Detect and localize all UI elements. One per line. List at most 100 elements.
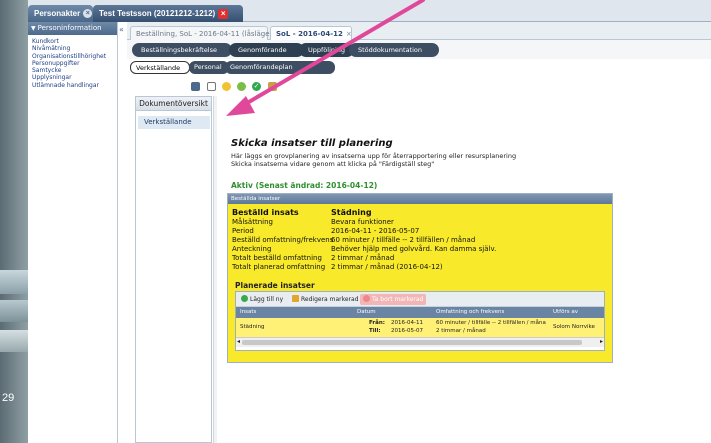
kv-row: Målsättning Bevara funktioner	[232, 218, 394, 226]
kv-value: Städning	[331, 208, 372, 217]
thumbnail-image	[0, 330, 28, 352]
cell-from: 2016-04-11	[391, 320, 423, 326]
sidebar-item-utlamnade[interactable]: Utlämnade handlingar	[28, 82, 117, 89]
kv-value: Bevara funktioner	[331, 218, 394, 226]
close-icon[interactable]: ×	[218, 9, 229, 19]
subtab-genomforandeplan[interactable]: Genomförandeplan	[225, 61, 335, 74]
thumbnail-image	[0, 270, 28, 294]
sidebar-item-upplysningar[interactable]: Upplysningar	[28, 74, 117, 81]
button-label: Redigera markerad	[301, 296, 359, 303]
scrollbar-thumb[interactable]	[242, 340, 582, 345]
tab-label: Test Testsson (20121212-1212)	[99, 9, 216, 18]
document-tab-bar: Beställning, SoL - 2016-04-11 (låsläge)×…	[127, 22, 711, 40]
tab-sol[interactable]: SoL - 2016-04-12 ×	[270, 26, 352, 40]
close-icon[interactable]: ×	[83, 9, 93, 18]
kv-value: 2 timmar / månad	[331, 254, 395, 262]
kv-row: Anteckning Behöver hjälp med golvvård. K…	[232, 245, 496, 253]
planned-services-grid: Lägg till ny Redigera markerad Ta bort m…	[235, 291, 605, 351]
document-overview-panel: Dokumentöversikt Verkställande	[135, 96, 212, 443]
subtab-verkstallande[interactable]: Verkställande	[130, 61, 190, 74]
action-toolbar: ✓	[127, 77, 711, 94]
grid-header-row: Insats Datum Omfattning och frekvens Utf…	[236, 307, 604, 318]
pencil-icon	[292, 295, 299, 302]
workflow-step-bestallningsbekraftelse[interactable]: Beställningsbekräftelse	[132, 43, 232, 57]
button-label: Lägg till ny	[250, 296, 284, 303]
table-row[interactable]: Städning Från: 2016-04-11 Till: 2016-05-…	[236, 318, 604, 338]
thumbnail-image	[0, 300, 28, 322]
workflow-step-stoddokumentation[interactable]: Stöddokumentation	[349, 43, 439, 57]
workflow-bar: Beställningsbekräftelse Genomförande Upp…	[127, 40, 711, 59]
tab-label: SoL - 2016-04-12	[276, 30, 343, 38]
button-label: Ta bort markerad	[372, 296, 424, 303]
planned-services-title: Planerade insatser	[235, 281, 315, 290]
sidebar-item-personuppgifter[interactable]: Personuppgifter	[28, 60, 117, 67]
workflow-step-uppfoljning[interactable]: Uppföljning	[299, 43, 354, 57]
kv-value: 60 minuter / tillfälle -- 2 tillfällen /…	[331, 236, 476, 244]
kv-row: Beställd insats Städning	[232, 208, 372, 217]
column-header-omfattning[interactable]: Omfattning och frekvens	[436, 307, 504, 318]
check-icon[interactable]: ✓	[252, 82, 261, 91]
sidebar-item-kundkort[interactable]: Kundkort	[28, 38, 117, 45]
kv-key: Målsättning	[232, 218, 273, 226]
column-header-insats[interactable]: Insats	[240, 307, 256, 318]
collapse-sidebar-icon[interactable]: «	[119, 25, 127, 35]
tab-label: Personakter	[34, 9, 81, 18]
subtab-personal[interactable]: Personal	[189, 61, 229, 74]
cell-utfors: Solom Norrvike	[553, 324, 595, 330]
delete-icon	[363, 295, 370, 302]
cell-to-label: Till:	[369, 328, 381, 334]
edit-selected-button[interactable]: Redigera markerad	[289, 294, 362, 305]
description-line: Skicka insatserna vidare genom att klick…	[231, 160, 435, 168]
person-info-sidebar: ▼ Personinformation Kundkort Nivåmätning …	[28, 22, 118, 443]
delete-selected-button[interactable]: Ta bort markerad	[360, 294, 427, 305]
document-overview-title: Dokumentöversikt	[136, 97, 211, 111]
document-overview-item[interactable]: Verkställande	[138, 116, 210, 129]
top-tab-bar: Personakter × Test Testsson (20121212-121…	[28, 0, 711, 22]
plus-icon	[241, 295, 248, 302]
scroll-left-icon[interactable]: ◂	[237, 338, 240, 345]
sidebar-item-samtycke[interactable]: Samtycke	[28, 67, 117, 74]
scroll-right-icon[interactable]: ▸	[600, 338, 603, 345]
page-title: Skicka insatser till planering	[231, 138, 393, 149]
panel-splitter[interactable]	[213, 96, 217, 443]
arrow-head	[226, 96, 255, 116]
column-header-utfors[interactable]: Utförs av	[553, 307, 578, 318]
kv-row: Beställd omfattning/frekvens 60 minuter …	[232, 236, 475, 244]
export-icon[interactable]	[268, 82, 277, 91]
kv-row: Totalt planerad omfattning 2 timmar / må…	[232, 263, 443, 271]
sidebar-item-nivamatning[interactable]: Nivåmätning	[28, 45, 117, 52]
status-text: Aktiv (Senast ändrad: 2016-04-12)	[231, 181, 378, 190]
description-line: Här läggs en grovplanering av insatserna…	[231, 152, 517, 160]
document-icon[interactable]	[207, 82, 216, 91]
subtab-bar: Verkställande Personal Genomförandeplan	[127, 59, 711, 77]
tab-label: Beställning, SoL - 2016-04-11 (låsläge)	[136, 30, 273, 38]
add-new-button[interactable]: Lägg till ny	[238, 294, 286, 305]
refresh-icon[interactable]	[237, 82, 246, 91]
column-header-datum[interactable]: Datum	[357, 307, 376, 318]
kv-key: Period	[232, 227, 254, 235]
kv-row: Totalt beställd omfattning 2 timmar / må…	[232, 254, 394, 262]
strip-number: 29	[2, 392, 15, 404]
kv-row: Period 2016-04-11 - 2016-05-07	[232, 227, 419, 235]
horizontal-scrollbar[interactable]: ◂ ▸	[236, 338, 604, 347]
card-header: Beställda insatser	[228, 194, 612, 204]
workflow-step-genomforande[interactable]: Genomförande	[229, 43, 304, 57]
sidebar-header[interactable]: ▼ Personinformation	[28, 22, 117, 35]
tab-bestallning[interactable]: Beställning, SoL - 2016-04-11 (låsläge)×	[130, 26, 281, 40]
close-icon[interactable]: ×	[346, 30, 352, 38]
ordered-services-card: Beställda insatser Beställd insats Städn…	[227, 193, 613, 363]
sidebar-item-organisation[interactable]: Organisationstillhörighet	[28, 53, 117, 60]
clip-icon[interactable]	[191, 82, 200, 91]
kv-key: Beställd insats	[232, 208, 299, 217]
star-icon[interactable]	[222, 82, 231, 91]
kv-value: 2016-04-11 - 2016-05-07	[331, 227, 420, 235]
sidebar-title: Personinformation	[37, 24, 102, 32]
cell-from-label: Från:	[369, 320, 385, 326]
cell-to: 2016-05-07	[391, 328, 423, 334]
tab-test-testsson[interactable]: Test Testsson (20121212-1212) ×	[93, 5, 243, 22]
background-window-strip	[0, 0, 28, 443]
tab-personakter[interactable]: Personakter ×	[28, 5, 93, 22]
kv-value: 2 timmar / månad (2016-04-12)	[331, 263, 443, 271]
kv-value: Behöver hjälp med golvvård. Kan damma sj…	[331, 245, 497, 253]
kv-key: Anteckning	[232, 245, 272, 253]
